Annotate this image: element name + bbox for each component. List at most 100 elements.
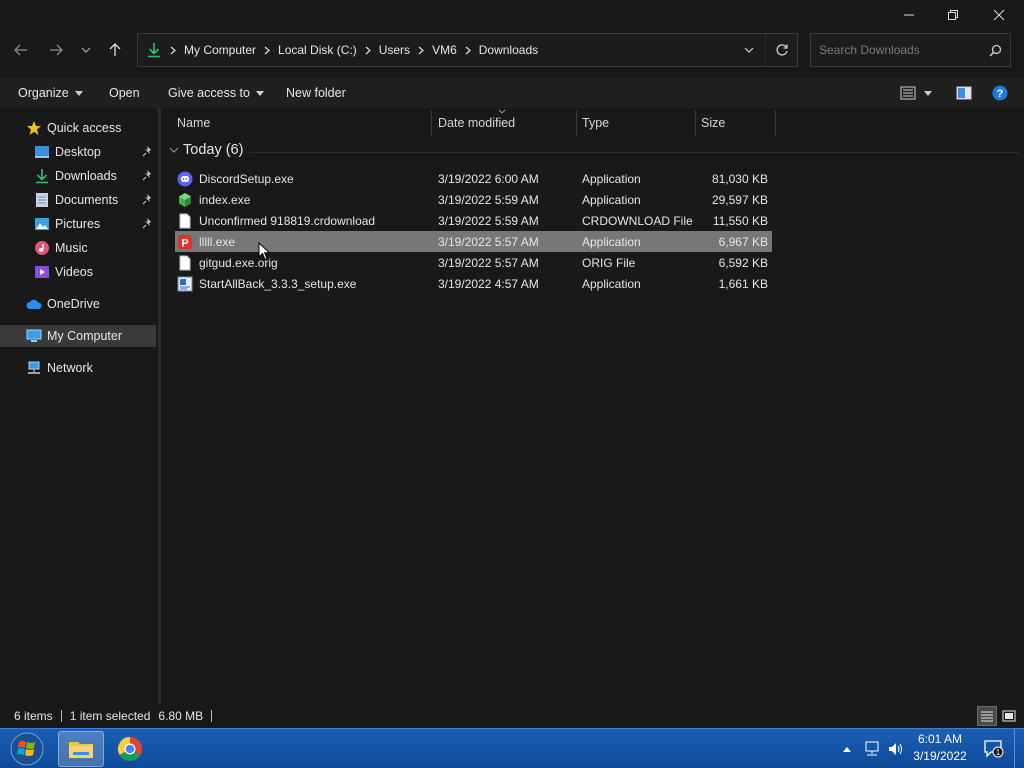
restore-button[interactable]: [930, 0, 976, 30]
file-name-cell: P lllll.exe: [177, 231, 235, 252]
sidebar-item-network[interactable]: Network: [0, 357, 156, 379]
organize-button[interactable]: Organize: [18, 78, 83, 108]
chevron-up-icon: [843, 747, 851, 752]
back-arrow-icon: [14, 44, 27, 56]
breadcrumb-separator-icon: [465, 46, 471, 55]
chevron-down-icon: [169, 147, 179, 153]
title-bar: [0, 0, 1024, 30]
show-desktop-button[interactable]: [1014, 729, 1024, 768]
column-header-size[interactable]: Size: [695, 110, 775, 136]
tray-network[interactable]: [862, 729, 882, 768]
sidebar-item-quick-access[interactable]: Quick access: [0, 117, 156, 139]
large-icons-view-icon: [1002, 710, 1016, 722]
sidebar-item-pictures[interactable]: Pictures: [0, 213, 156, 235]
back-button[interactable]: [9, 38, 33, 62]
close-button[interactable]: [976, 0, 1022, 30]
sidebar-item-label: Music: [55, 241, 88, 255]
file-date: 3/19/2022 4:57 AM: [438, 276, 539, 291]
search-box[interactable]: [810, 33, 1011, 67]
network-status-icon: [865, 741, 879, 756]
group-header-today[interactable]: Today (6): [169, 142, 243, 158]
sidebar-item-desktop[interactable]: Desktop: [0, 141, 156, 163]
breadcrumb-separator-icon: [365, 46, 371, 55]
pin-icon: [142, 193, 154, 208]
minimize-button[interactable]: [886, 0, 932, 30]
address-history-button[interactable]: [733, 34, 765, 66]
file-row[interactable]: StartAllBack_3.3.3_setup.exe 3/19/2022 4…: [175, 273, 772, 294]
file-name: index.exe: [199, 192, 251, 207]
breadcrumb-users[interactable]: Users: [379, 43, 410, 57]
column-divider[interactable]: [775, 110, 776, 136]
file-date: 3/19/2022 6:00 AM: [438, 171, 539, 186]
column-header-label: Type: [582, 116, 610, 130]
svg-text:?: ?: [997, 88, 1004, 100]
sidebar-item-label: OneDrive: [47, 297, 100, 311]
preview-pane-button[interactable]: [956, 78, 972, 108]
forward-button[interactable]: [44, 38, 68, 62]
give-access-button[interactable]: Give access to: [168, 78, 264, 108]
status-item-count: 6 items: [14, 709, 53, 723]
restore-icon: [948, 10, 958, 20]
column-header-type[interactable]: Type: [576, 110, 695, 136]
details-view-icon: [981, 711, 993, 722]
navigation-pane: Quick access Desktop Downloads Documents…: [0, 108, 158, 704]
sidebar-item-my-computer[interactable]: My Computer: [0, 325, 156, 347]
taskbar-clock[interactable]: 6:01 AM 3/19/2022: [906, 731, 974, 767]
discord-icon: [177, 171, 193, 187]
column-header-label: Name: [177, 116, 211, 130]
change-view-button[interactable]: [900, 78, 932, 108]
search-input[interactable]: [819, 43, 984, 57]
file-size: 81,030 KB: [711, 171, 768, 186]
up-button[interactable]: [103, 38, 127, 62]
address-row: My Computer Local Disk (C:) Users VM6 Do…: [0, 30, 1024, 70]
status-selection: 1 item selected: [69, 709, 151, 723]
group-divider: [249, 152, 1019, 153]
green-cube-icon: [177, 192, 193, 208]
file-name-cell: DiscordSetup.exe: [177, 168, 294, 189]
sidebar-item-label: Desktop: [55, 145, 101, 159]
breadcrumb-my-computer[interactable]: My Computer: [184, 43, 256, 57]
action-center-button[interactable]: 1: [984, 729, 1004, 768]
address-bar[interactable]: My Computer Local Disk (C:) Users VM6 Do…: [137, 33, 798, 67]
column-header-date[interactable]: Date modified: [432, 109, 576, 136]
large-icons-view-button[interactable]: [999, 706, 1019, 726]
column-header-name[interactable]: Name: [171, 110, 431, 136]
file-name: lllll.exe: [199, 234, 236, 249]
sidebar-item-documents[interactable]: Documents: [0, 189, 156, 211]
taskbar-chrome[interactable]: [107, 731, 153, 767]
breadcrumb-downloads[interactable]: Downloads: [479, 43, 538, 57]
recent-locations-button[interactable]: [74, 38, 98, 62]
status-size: 6.80 MB: [158, 709, 204, 723]
file-row[interactable]: Unconfirmed 918819.crdownload 3/19/2022 …: [175, 210, 772, 231]
sidebar-item-label: Documents: [55, 193, 119, 207]
refresh-button[interactable]: [765, 34, 797, 66]
file-name: Unconfirmed 918819.crdownload: [199, 213, 376, 228]
downloads-folder-icon: [146, 42, 162, 58]
file-row[interactable]: DiscordSetup.exe 3/19/2022 6:00 AM Appli…: [175, 168, 772, 189]
start-button[interactable]: [4, 731, 50, 767]
taskbar-file-explorer[interactable]: [58, 731, 104, 767]
help-button[interactable]: ?: [992, 78, 1008, 108]
music-icon: [34, 240, 50, 256]
sidebar-item-music[interactable]: Music: [0, 237, 156, 259]
minimize-icon: [904, 14, 914, 16]
breadcrumb-separator-icon: [264, 46, 270, 55]
pictures-icon: [34, 216, 50, 232]
new-folder-button[interactable]: New folder: [286, 78, 346, 108]
details-view-button[interactable]: [977, 706, 997, 726]
sidebar-item-videos[interactable]: Videos: [0, 261, 156, 283]
tray-volume[interactable]: [887, 729, 905, 768]
file-size: 6,967 KB: [718, 234, 768, 249]
open-button[interactable]: Open: [109, 78, 140, 108]
network-icon: [26, 360, 42, 376]
sidebar-item-onedrive[interactable]: OneDrive: [0, 293, 156, 315]
status-divider: [211, 710, 213, 722]
breadcrumb-local-disk[interactable]: Local Disk (C:): [278, 43, 357, 57]
file-row[interactable]: index.exe 3/19/2022 5:59 AM Application …: [175, 189, 772, 210]
file-type: Application: [582, 171, 641, 186]
preview-pane-icon: [956, 86, 972, 100]
breadcrumb-separator-icon: [418, 46, 424, 55]
sidebar-item-downloads[interactable]: Downloads: [0, 165, 156, 187]
breadcrumb-vm6[interactable]: VM6: [432, 43, 457, 57]
tray-overflow-button[interactable]: [842, 729, 852, 768]
